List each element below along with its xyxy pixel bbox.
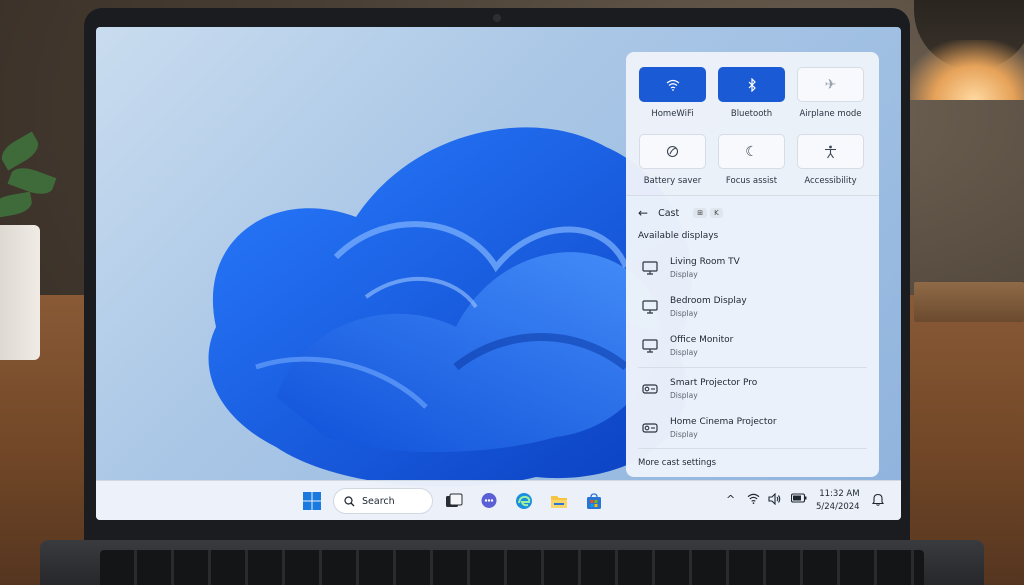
wifi-status-icon[interactable] — [747, 493, 760, 507]
search-label: Search — [362, 495, 395, 507]
plant-leaf — [0, 191, 34, 219]
available-displays-heading: Available displays — [638, 231, 719, 241]
cast-device-item[interactable]: Bedroom Display Display — [626, 288, 879, 326]
monitor-icon — [640, 300, 660, 314]
wifi-label: HomeWiFi — [651, 109, 694, 119]
edge-browser-icon[interactable] — [513, 490, 535, 512]
projector-icon — [640, 383, 660, 395]
lamp-glow — [904, 40, 1024, 100]
accessibility-icon[interactable] — [797, 134, 864, 169]
bluetooth-icon[interactable] — [718, 67, 785, 102]
battery-saver-toggle[interactable]: Battery saver — [639, 134, 706, 186]
device-type: Display — [670, 430, 698, 439]
focus-assist-label: Focus assist — [725, 176, 778, 186]
divider — [638, 448, 867, 449]
cast-device-item[interactable]: Smart Projector Pro Display — [626, 370, 879, 408]
device-name: Home Cinema Projector — [670, 417, 777, 427]
chat-icon[interactable] — [478, 490, 500, 512]
book — [914, 282, 1024, 322]
cast-header: ← Cast ⊞ K — [638, 206, 723, 220]
search-icon — [344, 495, 355, 506]
battery-saver-label: Battery saver — [643, 176, 702, 186]
airplane-icon[interactable]: ✈ — [797, 67, 864, 102]
clock-time: 11:32 AM — [819, 489, 860, 499]
k-key: K — [710, 208, 723, 218]
plant-pot — [0, 225, 40, 360]
chevron-up-icon[interactable]: ^ — [726, 493, 735, 506]
monitor-icon — [640, 261, 660, 275]
keyboard — [100, 550, 924, 585]
volume-icon[interactable] — [768, 492, 782, 508]
device-name: Smart Projector Pro — [670, 378, 758, 388]
device-type: Display — [670, 348, 698, 357]
device-name: Office Monitor — [670, 335, 734, 345]
desktop-screen: HomeWiFi Bluetooth ✈ Airplane mode Batte… — [96, 27, 901, 520]
webcam — [493, 14, 501, 22]
taskbar: Search ^ 11:32 AM 5/24/2024 — [96, 480, 901, 520]
device-name: Living Room TV — [670, 257, 740, 267]
keyboard-shortcut: ⊞ K — [693, 208, 723, 218]
clock[interactable]: 11:32 AM 5/24/2024 — [816, 488, 860, 514]
cast-title: Cast — [658, 207, 680, 219]
file-explorer-icon[interactable] — [548, 490, 570, 512]
monitor-icon — [640, 339, 660, 353]
bluetooth-toggle[interactable]: Bluetooth — [718, 67, 785, 119]
accessibility-label: Accessibility — [804, 176, 857, 186]
device-name: Bedroom Display — [670, 296, 747, 306]
cast-panel: ← Cast ⊞ K Available displays Living Roo… — [626, 195, 879, 477]
taskbar-search[interactable]: Search — [333, 488, 433, 514]
windows-key-icon: ⊞ — [693, 208, 708, 218]
cast-device-item[interactable]: Home Cinema Projector Display — [626, 409, 879, 447]
plant-leaf — [0, 131, 43, 171]
wifi-toggle[interactable]: HomeWiFi — [639, 67, 706, 119]
moon-icon[interactable]: ☾ — [718, 134, 785, 169]
windows-logo-icon — [303, 492, 321, 510]
airplane-mode-label: Airplane mode — [799, 109, 862, 119]
accessibility-toggle[interactable]: Accessibility — [797, 134, 864, 186]
battery-icon[interactable] — [790, 493, 807, 506]
store-icon[interactable] — [583, 490, 605, 512]
clock-date: 5/24/2024 — [816, 502, 860, 512]
task-view-icon[interactable] — [443, 490, 465, 512]
quick-settings-panel: HomeWiFi Bluetooth ✈ Airplane mode Batte… — [626, 52, 879, 195]
device-type: Display — [670, 391, 698, 400]
notification-bell-icon[interactable] — [871, 493, 885, 509]
more-cast-settings-link[interactable]: More cast settings — [638, 458, 716, 468]
cast-device-item[interactable]: Living Room TV Display — [626, 249, 879, 287]
cast-device-item[interactable]: Office Monitor Display — [626, 327, 879, 365]
laptop-keyboard-deck — [40, 540, 984, 585]
bluetooth-label: Bluetooth — [730, 109, 773, 119]
back-arrow-icon[interactable]: ← — [638, 206, 648, 220]
battery-saver-icon[interactable] — [639, 134, 706, 169]
projector-icon — [640, 422, 660, 434]
airplane-mode-toggle[interactable]: ✈ Airplane mode — [797, 67, 864, 119]
device-type: Display — [670, 309, 698, 318]
divider — [638, 367, 867, 368]
wifi-icon[interactable] — [639, 67, 706, 102]
focus-assist-toggle[interactable]: ☾ Focus assist — [718, 134, 785, 186]
start-button[interactable] — [301, 490, 323, 512]
device-type: Display — [670, 270, 698, 279]
